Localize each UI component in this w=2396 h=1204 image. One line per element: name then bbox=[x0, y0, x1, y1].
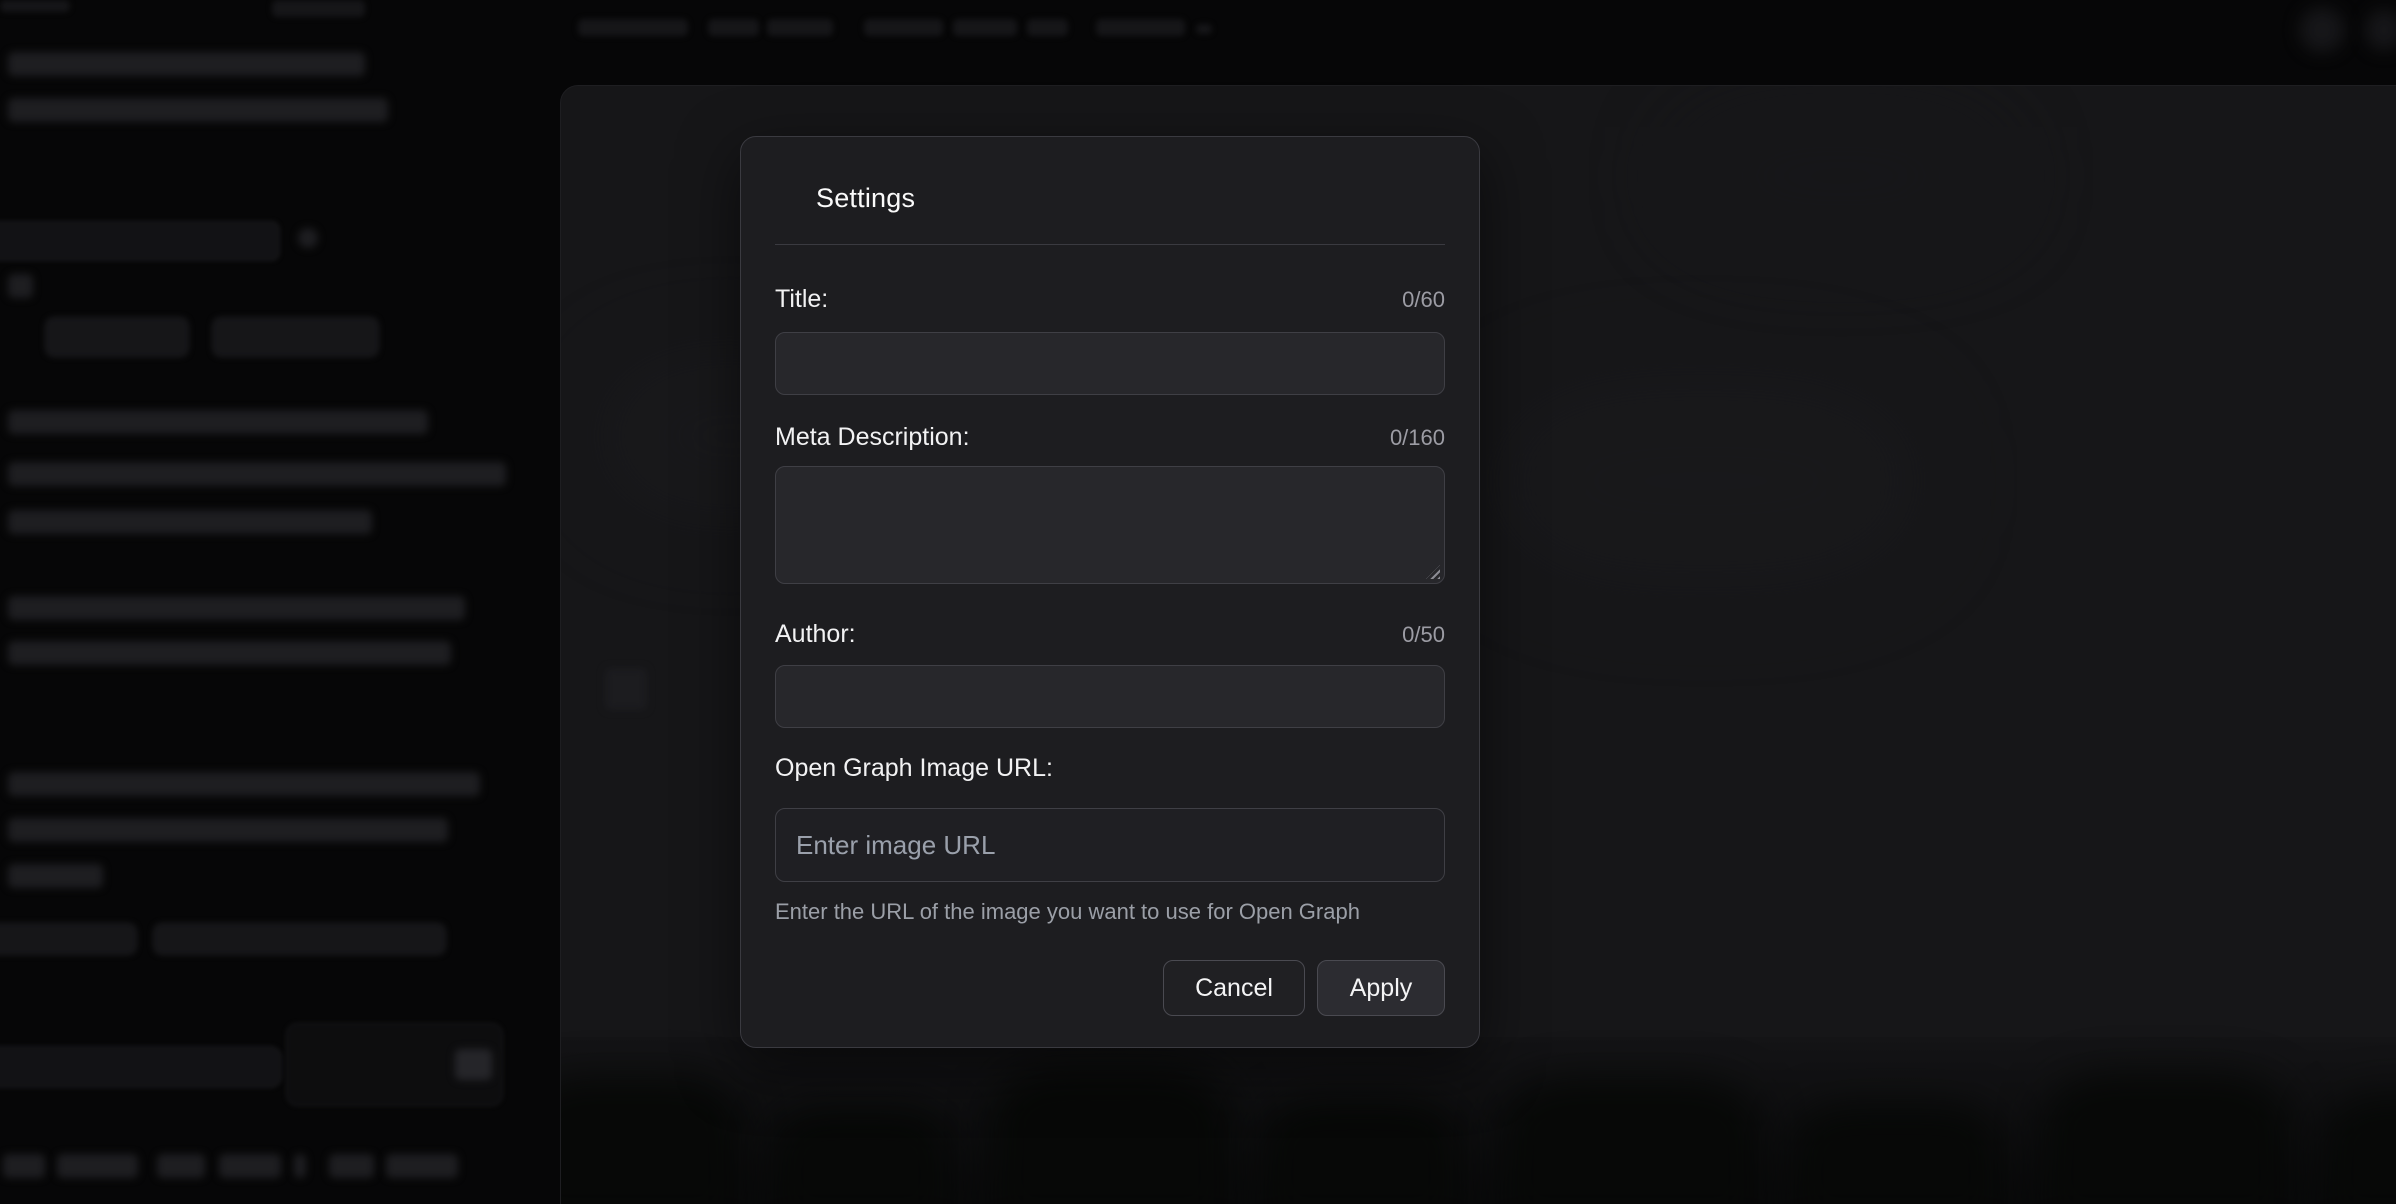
divider bbox=[775, 244, 1445, 245]
settings-dialog: Settings Title: 0/60 Meta Description: 0… bbox=[740, 136, 1480, 1048]
author-char-counter: 0/50 bbox=[1402, 622, 1445, 648]
app-window: Settings Title: 0/60 Meta Description: 0… bbox=[0, 0, 2396, 1204]
author-input[interactable] bbox=[775, 665, 1445, 728]
author-label: Author: bbox=[775, 620, 856, 649]
og-image-url-input[interactable] bbox=[775, 808, 1445, 882]
dialog-button-row: Cancel Apply bbox=[775, 960, 1445, 1016]
og-image-url-label: Open Graph Image URL: bbox=[775, 754, 1053, 783]
og-image-helper-text: Enter the URL of the image you want to u… bbox=[775, 899, 1445, 925]
cancel-button[interactable]: Cancel bbox=[1163, 960, 1305, 1016]
title-input[interactable] bbox=[775, 332, 1445, 395]
meta-description-label: Meta Description: bbox=[775, 423, 970, 452]
apply-button[interactable]: Apply bbox=[1317, 960, 1445, 1016]
title-label: Title: bbox=[775, 285, 828, 314]
dialog-title: Settings bbox=[816, 183, 1445, 214]
title-char-counter: 0/60 bbox=[1402, 287, 1445, 313]
meta-description-textarea[interactable] bbox=[775, 466, 1445, 584]
meta-description-char-counter: 0/160 bbox=[1390, 425, 1445, 451]
